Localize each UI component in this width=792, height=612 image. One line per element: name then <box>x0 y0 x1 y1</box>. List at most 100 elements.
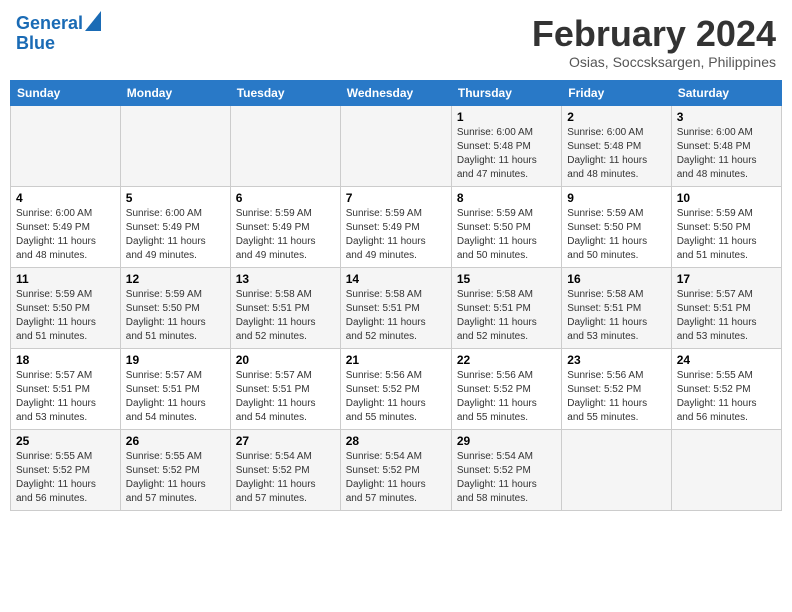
calendar-cell: 16 Sunrise: 5:58 AM Sunset: 5:51 PM Dayli… <box>562 267 671 348</box>
day-info: Sunrise: 5:59 AM Sunset: 5:50 PM Dayligh… <box>677 207 776 263</box>
calendar-cell: 27Sunrise: 5:54 AM Sunset: 5:52 PM Dayli… <box>230 429 340 510</box>
day-number: 16 <box>567 272 665 286</box>
day-number: 18 <box>16 353 115 367</box>
logo-text-blue: Blue <box>16 34 55 54</box>
weekday-header-friday: Friday <box>562 80 671 105</box>
weekday-header-saturday: Saturday <box>671 80 781 105</box>
day-number: 20 <box>236 353 335 367</box>
calendar-header: SundayMondayTuesdayWednesdayThursdayFrid… <box>11 80 782 105</box>
day-number: 19 <box>126 353 225 367</box>
day-info: Sunrise: 5:55 AM Sunset: 5:52 PM Dayligh… <box>16 450 115 506</box>
calendar-subtitle: Osias, Soccsksargen, Philippines <box>532 54 776 70</box>
day-info: Sunrise: 5:59 AM Sunset: 5:50 PM Dayligh… <box>567 207 665 263</box>
calendar-cell: 3 Sunrise: 6:00 AM Sunset: 5:48 PM Daylig… <box>671 105 781 186</box>
day-number: 27 <box>236 434 335 448</box>
calendar-title: February 2024 <box>532 14 776 54</box>
day-info: Sunrise: 5:57 AM Sunset: 5:51 PM Dayligh… <box>126 369 225 425</box>
calendar-cell <box>671 429 781 510</box>
day-info: Sunrise: 5:58 AM Sunset: 5:51 PM Dayligh… <box>236 288 335 344</box>
day-info: Sunrise: 5:58 AM Sunset: 5:51 PM Dayligh… <box>457 288 556 344</box>
calendar-week-5: 25 Sunrise: 5:55 AM Sunset: 5:52 PM Dayli… <box>11 429 782 510</box>
day-info: Sunrise: 5:58 AM Sunset: 5:51 PM Dayligh… <box>567 288 665 344</box>
day-number: 3 <box>677 110 776 124</box>
day-number: 7 <box>346 191 446 205</box>
day-number: 22 <box>457 353 556 367</box>
calendar-table: SundayMondayTuesdayWednesdayThursdayFrid… <box>10 80 782 511</box>
calendar-cell: 6Sunrise: 5:59 AM Sunset: 5:49 PM Daylig… <box>230 186 340 267</box>
day-number: 1 <box>457 110 556 124</box>
calendar-cell: 26 Sunrise: 5:55 AM Sunset: 5:52 PM Dayli… <box>120 429 230 510</box>
calendar-cell <box>11 105 121 186</box>
calendar-cell: 8 Sunrise: 5:59 AM Sunset: 5:50 PM Daylig… <box>451 186 561 267</box>
day-info: Sunrise: 5:54 AM Sunset: 5:52 PM Dayligh… <box>346 450 446 506</box>
day-info: Sunrise: 5:59 AM Sunset: 5:49 PM Dayligh… <box>236 207 335 263</box>
day-info: Sunrise: 6:00 AM Sunset: 5:49 PM Dayligh… <box>126 207 225 263</box>
day-number: 17 <box>677 272 776 286</box>
calendar-cell: 15Sunrise: 5:58 AM Sunset: 5:51 PM Dayli… <box>451 267 561 348</box>
day-number: 2 <box>567 110 665 124</box>
page-header: General Blue February 2024 Osias, Soccsk… <box>10 10 782 74</box>
weekday-header-thursday: Thursday <box>451 80 561 105</box>
calendar-cell: 9Sunrise: 5:59 AM Sunset: 5:50 PM Daylig… <box>562 186 671 267</box>
logo-triangle-icon <box>85 11 101 31</box>
calendar-cell: 12Sunrise: 5:59 AM Sunset: 5:50 PM Dayli… <box>120 267 230 348</box>
calendar-cell: 17 Sunrise: 5:57 AM Sunset: 5:51 PM Dayli… <box>671 267 781 348</box>
calendar-week-4: 18 Sunrise: 5:57 AM Sunset: 5:51 PM Dayli… <box>11 348 782 429</box>
calendar-cell: 14Sunrise: 5:58 AM Sunset: 5:51 PM Dayli… <box>340 267 451 348</box>
weekday-header-sunday: Sunday <box>11 80 121 105</box>
day-info: Sunrise: 5:55 AM Sunset: 5:52 PM Dayligh… <box>677 369 776 425</box>
calendar-cell: 11 Sunrise: 5:59 AM Sunset: 5:50 PM Dayli… <box>11 267 121 348</box>
calendar-cell: 13 Sunrise: 5:58 AM Sunset: 5:51 PM Dayli… <box>230 267 340 348</box>
calendar-cell <box>340 105 451 186</box>
day-info: Sunrise: 5:59 AM Sunset: 5:50 PM Dayligh… <box>126 288 225 344</box>
weekday-header-monday: Monday <box>120 80 230 105</box>
calendar-cell: 2 Sunrise: 6:00 AM Sunset: 5:48 PM Daylig… <box>562 105 671 186</box>
day-number: 4 <box>16 191 115 205</box>
day-info: Sunrise: 5:59 AM Sunset: 5:50 PM Dayligh… <box>16 288 115 344</box>
calendar-cell: 29Sunrise: 5:54 AM Sunset: 5:52 PM Dayli… <box>451 429 561 510</box>
calendar-cell: 20 Sunrise: 5:57 AM Sunset: 5:51 PM Dayli… <box>230 348 340 429</box>
calendar-week-1: 1 Sunrise: 6:00 AM Sunset: 5:48 PM Daylig… <box>11 105 782 186</box>
calendar-cell: 22Sunrise: 5:56 AM Sunset: 5:52 PM Dayli… <box>451 348 561 429</box>
calendar-cell: 25 Sunrise: 5:55 AM Sunset: 5:52 PM Dayli… <box>11 429 121 510</box>
day-number: 13 <box>236 272 335 286</box>
day-number: 26 <box>126 434 225 448</box>
day-info: Sunrise: 6:00 AM Sunset: 5:48 PM Dayligh… <box>567 126 665 182</box>
calendar-cell: 5 Sunrise: 6:00 AM Sunset: 5:49 PM Daylig… <box>120 186 230 267</box>
calendar-week-2: 4 Sunrise: 6:00 AM Sunset: 5:49 PM Daylig… <box>11 186 782 267</box>
day-number: 11 <box>16 272 115 286</box>
day-number: 5 <box>126 191 225 205</box>
calendar-cell: 28 Sunrise: 5:54 AM Sunset: 5:52 PM Dayli… <box>340 429 451 510</box>
day-number: 25 <box>16 434 115 448</box>
day-info: Sunrise: 5:56 AM Sunset: 5:52 PM Dayligh… <box>567 369 665 425</box>
day-info: Sunrise: 5:56 AM Sunset: 5:52 PM Dayligh… <box>346 369 446 425</box>
day-info: Sunrise: 5:57 AM Sunset: 5:51 PM Dayligh… <box>677 288 776 344</box>
day-info: Sunrise: 5:57 AM Sunset: 5:51 PM Dayligh… <box>236 369 335 425</box>
calendar-cell: 7 Sunrise: 5:59 AM Sunset: 5:49 PM Daylig… <box>340 186 451 267</box>
weekday-header-tuesday: Tuesday <box>230 80 340 105</box>
day-number: 10 <box>677 191 776 205</box>
calendar-cell: 10 Sunrise: 5:59 AM Sunset: 5:50 PM Dayli… <box>671 186 781 267</box>
day-number: 24 <box>677 353 776 367</box>
weekday-row: SundayMondayTuesdayWednesdayThursdayFrid… <box>11 80 782 105</box>
day-info: Sunrise: 6:00 AM Sunset: 5:48 PM Dayligh… <box>677 126 776 182</box>
day-number: 23 <box>567 353 665 367</box>
day-number: 28 <box>346 434 446 448</box>
calendar-cell: 24 Sunrise: 5:55 AM Sunset: 5:52 PM Dayli… <box>671 348 781 429</box>
logo-text: General <box>16 14 83 34</box>
calendar-cell: 21 Sunrise: 5:56 AM Sunset: 5:52 PM Dayli… <box>340 348 451 429</box>
calendar-cell: 4 Sunrise: 6:00 AM Sunset: 5:49 PM Daylig… <box>11 186 121 267</box>
day-number: 14 <box>346 272 446 286</box>
calendar-body: 1 Sunrise: 6:00 AM Sunset: 5:48 PM Daylig… <box>11 105 782 510</box>
calendar-cell <box>230 105 340 186</box>
logo: General Blue <box>16 14 101 54</box>
day-number: 8 <box>457 191 556 205</box>
day-info: Sunrise: 5:59 AM Sunset: 5:50 PM Dayligh… <box>457 207 556 263</box>
calendar-cell: 23 Sunrise: 5:56 AM Sunset: 5:52 PM Dayli… <box>562 348 671 429</box>
day-number: 21 <box>346 353 446 367</box>
day-info: Sunrise: 5:55 AM Sunset: 5:52 PM Dayligh… <box>126 450 225 506</box>
day-info: Sunrise: 6:00 AM Sunset: 5:49 PM Dayligh… <box>16 207 115 263</box>
calendar-cell: 1Sunrise: 6:00 AM Sunset: 5:48 PM Daylig… <box>451 105 561 186</box>
day-info: Sunrise: 5:59 AM Sunset: 5:49 PM Dayligh… <box>346 207 446 263</box>
weekday-header-wednesday: Wednesday <box>340 80 451 105</box>
